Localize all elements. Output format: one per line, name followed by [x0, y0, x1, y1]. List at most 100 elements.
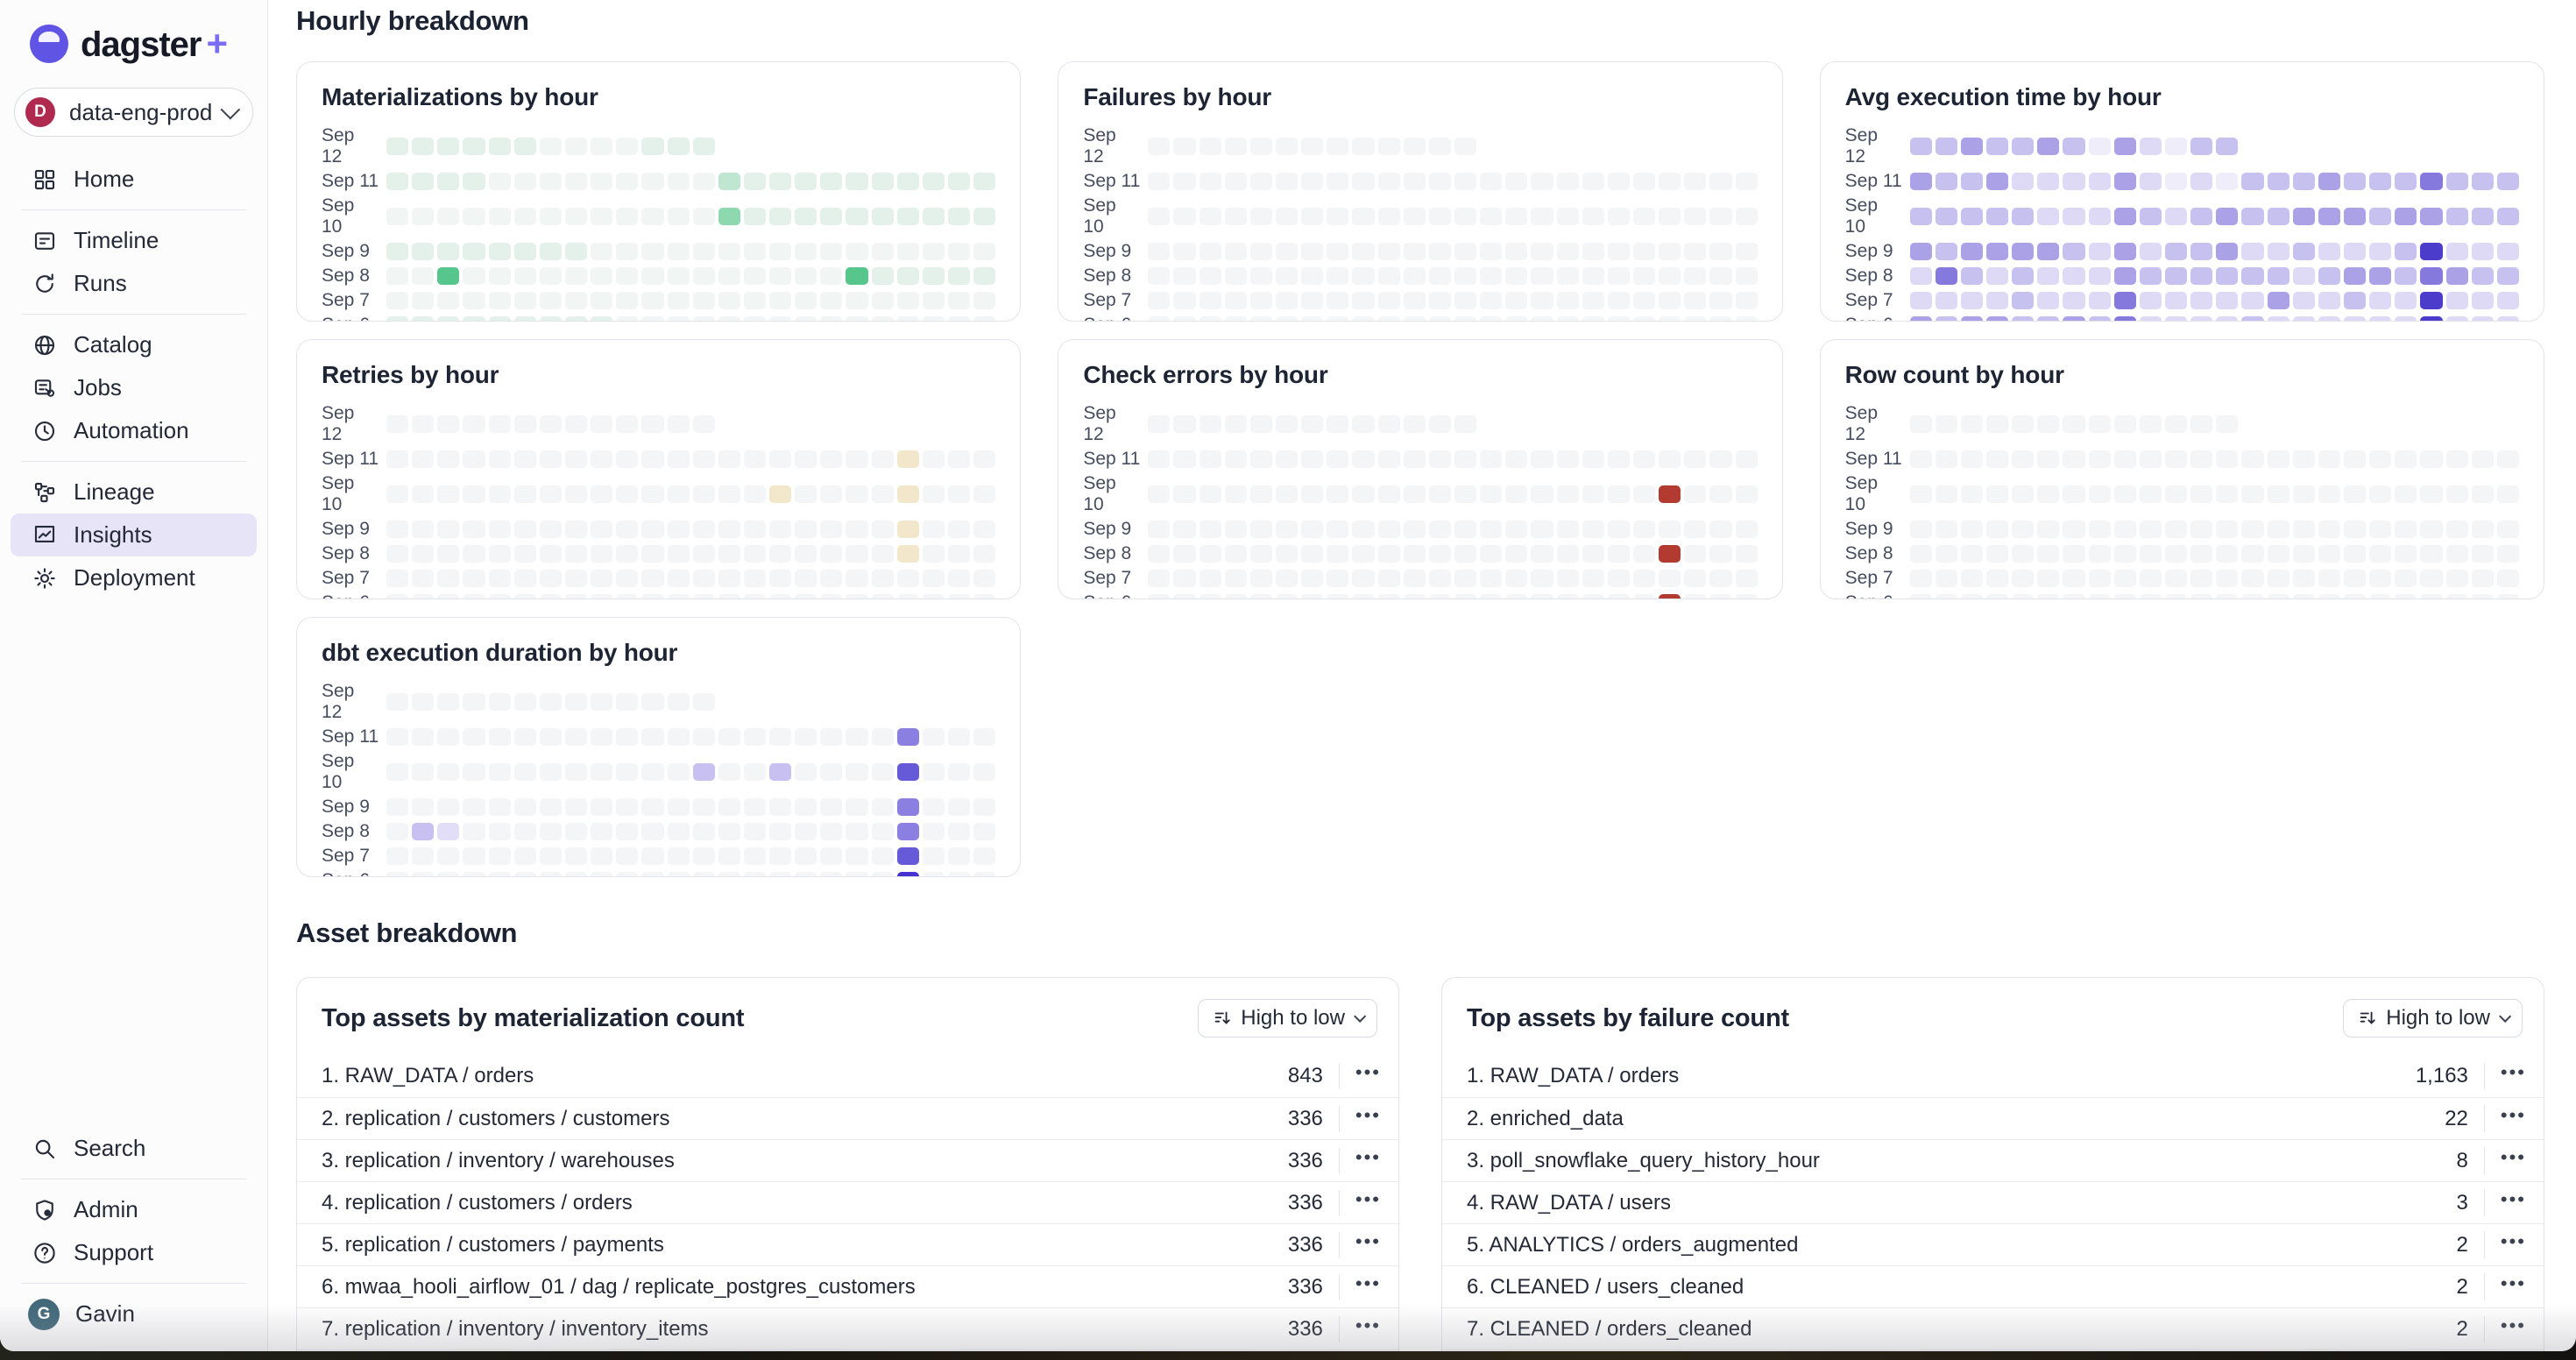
- heatmap-cell[interactable]: [565, 138, 587, 155]
- heatmap-cell[interactable]: [1250, 138, 1272, 155]
- heatmap-cell[interactable]: [591, 594, 612, 599]
- heatmap-cell[interactable]: [769, 798, 791, 816]
- heatmap-cell[interactable]: [2063, 138, 2084, 155]
- heatmap-cell[interactable]: [2395, 208, 2417, 225]
- heatmap-cell[interactable]: [591, 267, 612, 285]
- heatmap-cell[interactable]: [1148, 173, 1170, 190]
- heatmap-cell[interactable]: [412, 208, 434, 225]
- heatmap-cell[interactable]: [641, 545, 663, 563]
- heatmap-cell[interactable]: [1352, 594, 1374, 599]
- heatmap-cell[interactable]: [795, 823, 817, 840]
- heatmap-cell[interactable]: [1608, 208, 1630, 225]
- heatmap-cell[interactable]: [1582, 521, 1604, 538]
- heatmap-cell[interactable]: [1736, 267, 1758, 285]
- heatmap-cell[interactable]: [2293, 243, 2315, 260]
- heatmap-cell[interactable]: [948, 847, 970, 865]
- sidebar-item-deployment[interactable]: Deployment: [11, 556, 257, 599]
- heatmap-cell[interactable]: [1531, 450, 1553, 468]
- heatmap-cell[interactable]: [489, 415, 511, 433]
- heatmap-cell[interactable]: [1936, 570, 1957, 587]
- heatmap-cell[interactable]: [2369, 521, 2391, 538]
- heatmap-cell[interactable]: [2395, 545, 2417, 563]
- heatmap-cell[interactable]: [2268, 208, 2289, 225]
- heatmap-cell[interactable]: [1250, 485, 1272, 503]
- heatmap-cell[interactable]: [641, 292, 663, 309]
- heatmap-cell[interactable]: [1429, 545, 1451, 563]
- heatmap-cell[interactable]: [1454, 316, 1476, 322]
- heatmap-cell[interactable]: [1404, 138, 1426, 155]
- heatmap-cell[interactable]: [1404, 243, 1426, 260]
- heatmap-cell[interactable]: [565, 823, 587, 840]
- heatmap-cell[interactable]: [616, 173, 638, 190]
- heatmap-cell[interactable]: [2369, 450, 2391, 468]
- heatmap-cell[interactable]: [514, 728, 536, 746]
- heatmap-cell[interactable]: [2140, 316, 2162, 322]
- heatmap-cell[interactable]: [744, 823, 766, 840]
- heatmap-cell[interactable]: [973, 316, 995, 322]
- heatmap-cell[interactable]: [1633, 208, 1655, 225]
- heatmap-cell[interactable]: [412, 570, 434, 587]
- heatmap-cell[interactable]: [1986, 594, 2008, 599]
- heatmap-cell[interactable]: [2165, 267, 2187, 285]
- heatmap-cell[interactable]: [1301, 316, 1323, 322]
- heatmap-cell[interactable]: [2472, 594, 2494, 599]
- heatmap-cell[interactable]: [1225, 138, 1247, 155]
- asset-row[interactable]: 3. poll_snowflake_query_history_hour8•••: [1442, 1139, 2544, 1181]
- heatmap-cell[interactable]: [744, 173, 766, 190]
- heatmap-cell[interactable]: [923, 316, 945, 322]
- heatmap-cell[interactable]: [2344, 594, 2366, 599]
- heatmap-cell[interactable]: [1327, 570, 1348, 587]
- heatmap-cell[interactable]: [463, 798, 485, 816]
- sort-dropdown[interactable]: High to low: [1198, 999, 1377, 1038]
- heatmap-cell[interactable]: [2369, 485, 2391, 503]
- heatmap-cell[interactable]: [1961, 485, 1983, 503]
- heatmap-cell[interactable]: [540, 798, 562, 816]
- heatmap-cell[interactable]: [1936, 243, 1957, 260]
- heatmap-cell[interactable]: [412, 545, 434, 563]
- heatmap-cell[interactable]: [2216, 485, 2238, 503]
- heatmap-cell[interactable]: [846, 243, 867, 260]
- heatmap-cell[interactable]: [897, 208, 919, 225]
- heatmap-cell[interactable]: [1531, 316, 1553, 322]
- heatmap-cell[interactable]: [565, 728, 587, 746]
- heatmap-cell[interactable]: [540, 243, 562, 260]
- heatmap-cell[interactable]: [1173, 485, 1195, 503]
- heatmap-cell[interactable]: [641, 450, 663, 468]
- heatmap-cell[interactable]: [1148, 316, 1170, 322]
- heatmap-cell[interactable]: [1378, 485, 1400, 503]
- sort-dropdown[interactable]: High to low: [2343, 999, 2523, 1038]
- heatmap-cell[interactable]: [948, 521, 970, 538]
- heatmap-cell[interactable]: [1225, 521, 1247, 538]
- heatmap-cell[interactable]: [1582, 208, 1604, 225]
- heatmap-cell[interactable]: [1225, 545, 1247, 563]
- heatmap-cell[interactable]: [1531, 292, 1553, 309]
- heatmap-cell[interactable]: [2063, 292, 2084, 309]
- heatmap-cell[interactable]: [1480, 292, 1502, 309]
- heatmap-cell[interactable]: [820, 798, 842, 816]
- heatmap-cell[interactable]: [1250, 521, 1272, 538]
- heatmap-cell[interactable]: [437, 823, 459, 840]
- heatmap-cell[interactable]: [437, 594, 459, 599]
- heatmap-cell[interactable]: [1378, 594, 1400, 599]
- heatmap-cell[interactable]: [744, 545, 766, 563]
- heatmap-cell[interactable]: [1659, 267, 1681, 285]
- heatmap-cell[interactable]: [1910, 208, 1932, 225]
- heatmap-cell[interactable]: [1276, 208, 1298, 225]
- heatmap-cell[interactable]: [2165, 521, 2187, 538]
- heatmap-cell[interactable]: [565, 798, 587, 816]
- heatmap-cell[interactable]: [1200, 208, 1221, 225]
- heatmap-cell[interactable]: [1250, 243, 1272, 260]
- heatmap-cell[interactable]: [718, 208, 740, 225]
- heatmap-cell[interactable]: [2497, 243, 2519, 260]
- heatmap-cell[interactable]: [846, 208, 867, 225]
- heatmap-cell[interactable]: [2216, 243, 2238, 260]
- heatmap-cell[interactable]: [641, 316, 663, 322]
- heatmap-cell[interactable]: [1608, 316, 1630, 322]
- heatmap-cell[interactable]: [1352, 173, 1374, 190]
- heatmap-cell[interactable]: [1480, 545, 1502, 563]
- heatmap-cell[interactable]: [668, 173, 690, 190]
- heatmap-cell[interactable]: [1910, 138, 1932, 155]
- heatmap-cell[interactable]: [744, 450, 766, 468]
- heatmap-cell[interactable]: [2012, 173, 2034, 190]
- heatmap-cell[interactable]: [565, 570, 587, 587]
